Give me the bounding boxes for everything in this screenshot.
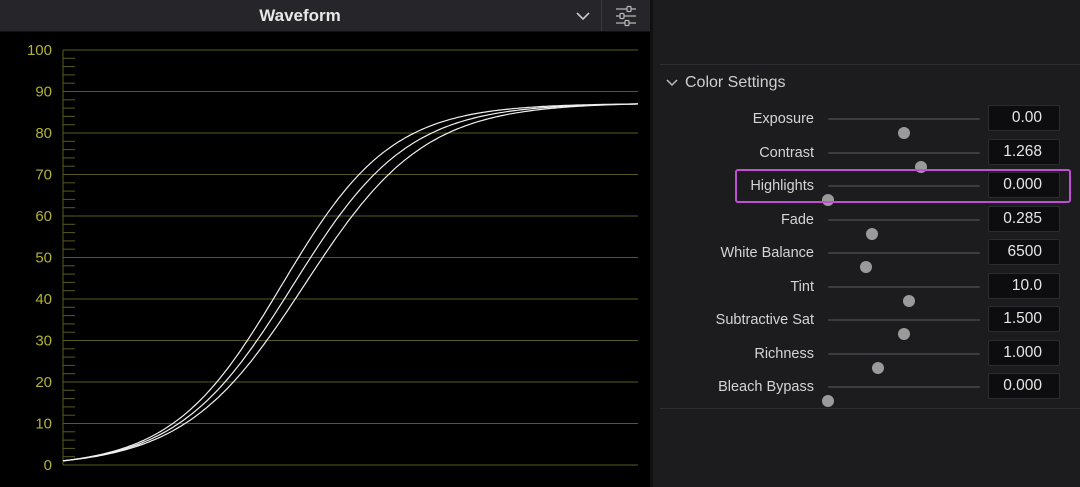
y-tick-label: 60 xyxy=(35,208,52,225)
waveform-trace xyxy=(62,103,639,462)
setting-row-white-balance: White Balance 6500 xyxy=(662,238,1080,273)
richness-slider[interactable] xyxy=(828,353,980,374)
divider xyxy=(660,408,1080,409)
y-tick-label: 70 xyxy=(35,167,52,184)
y-tick-label: 90 xyxy=(35,84,52,101)
tint-value-field[interactable]: 10.0 xyxy=(988,273,1060,299)
sliders-icon xyxy=(616,5,636,27)
exposure-value-field[interactable]: 0.00 xyxy=(988,105,1060,131)
bleach-bypass-value-field[interactable]: 0.000 xyxy=(988,373,1060,399)
setting-row-fade: Fade 0.285 xyxy=(662,205,1080,240)
divider xyxy=(660,64,1080,65)
setting-row-richness: Richness 1.000 xyxy=(662,339,1080,374)
waveform-trace xyxy=(62,103,639,462)
y-tick-label: 100 xyxy=(27,42,52,59)
scope-settings-button[interactable] xyxy=(601,0,650,31)
setting-label: Richness xyxy=(754,346,814,362)
waveform-traces xyxy=(62,103,639,462)
setting-label: Subtractive Sat xyxy=(715,312,814,328)
setting-label: White Balance xyxy=(720,245,815,261)
y-tick-label: 30 xyxy=(35,333,52,350)
scope-mode-dropdown[interactable] xyxy=(572,8,594,24)
setting-label: Bleach Bypass xyxy=(718,379,814,395)
color-settings-header[interactable]: Color Settings xyxy=(665,72,786,94)
setting-label: Fade xyxy=(780,212,814,228)
exposure-slider[interactable] xyxy=(828,118,980,139)
fade-slider[interactable] xyxy=(828,219,980,240)
white-balance-value-field[interactable]: 6500 xyxy=(988,239,1060,265)
chevron-down-icon xyxy=(576,12,590,21)
white-balance-slider[interactable] xyxy=(828,252,980,273)
setting-row-subtractive-sat: Subtractive Sat 1.500 xyxy=(662,305,1080,340)
setting-row-contrast: Contrast 1.268 xyxy=(662,138,1080,173)
scope-title: Waveform xyxy=(259,6,341,25)
subtractive-sat-slider[interactable] xyxy=(828,319,980,340)
contrast-slider[interactable] xyxy=(828,152,980,173)
waveform-scope: Waveform 0 10 20 30 40 50 60 70 80 90 100 xyxy=(0,0,650,487)
section-title: Color Settings xyxy=(685,74,786,91)
y-tick-label: 80 xyxy=(35,125,52,142)
highlight-annotation xyxy=(735,169,1071,203)
y-tick-label: 20 xyxy=(35,374,52,391)
y-tick-label: 0 xyxy=(44,457,52,474)
chevron-down-icon xyxy=(666,79,678,87)
waveform-grid xyxy=(62,49,638,466)
setting-row-bleach-bypass: Bleach Bypass 0.000 xyxy=(662,372,1080,407)
scope-header: Waveform xyxy=(0,0,650,32)
y-tick-label: 50 xyxy=(35,250,52,267)
waveform-trace xyxy=(62,103,639,462)
fade-value-field[interactable]: 0.285 xyxy=(988,206,1060,232)
waveform-graph: 0 10 20 30 40 50 60 70 80 90 100 xyxy=(27,42,639,474)
tint-slider[interactable] xyxy=(828,286,980,307)
y-tick-label: 10 xyxy=(35,416,52,433)
setting-row-tint: Tint 10.0 xyxy=(662,272,1080,307)
setting-label: Contrast xyxy=(759,145,814,161)
setting-row-exposure: Exposure 0.00 xyxy=(662,104,1080,139)
subtractive-sat-value-field[interactable]: 1.500 xyxy=(988,306,1060,332)
richness-value-field[interactable]: 1.000 xyxy=(988,340,1060,366)
contrast-value-field[interactable]: 1.268 xyxy=(988,139,1060,165)
setting-label: Exposure xyxy=(752,111,814,127)
waveform-plot: 0 10 20 30 40 50 60 70 80 90 100 xyxy=(0,31,650,487)
bleach-bypass-slider[interactable] xyxy=(822,386,980,407)
setting-label: Tint xyxy=(790,279,814,295)
y-tick-label: 40 xyxy=(35,291,52,308)
slider-knob[interactable] xyxy=(822,395,834,407)
waveform-y-axis: 0 10 20 30 40 50 60 70 80 90 100 xyxy=(27,42,52,474)
